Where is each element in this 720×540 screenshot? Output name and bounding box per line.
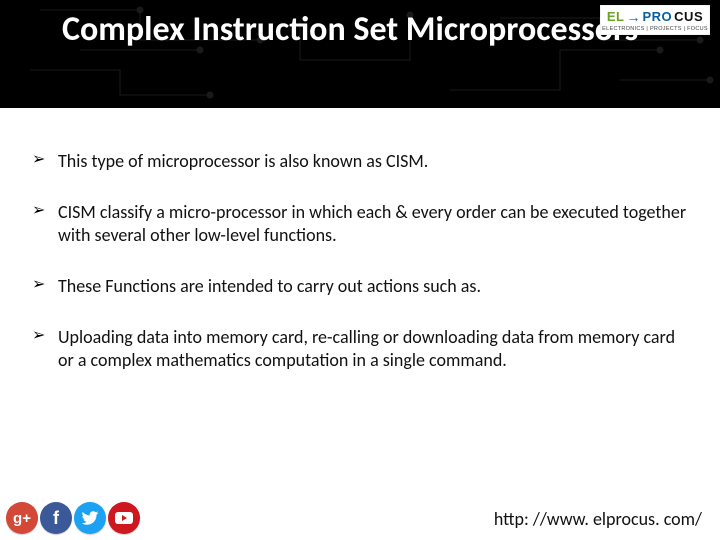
- list-item: These Functions are intended to carry ou…: [28, 275, 692, 298]
- list-item: Uploading data into memory card, re-call…: [28, 326, 692, 372]
- slide: Complex Instruction Set Microprocessors …: [0, 0, 720, 540]
- brand-wordmark: EL → PRO CUS: [607, 9, 703, 25]
- footer-url: http: //www. elprocus. com/: [494, 508, 702, 530]
- social-icons: g+ f: [6, 502, 140, 534]
- logo-part-cus: CUS: [674, 9, 703, 24]
- content-area: This type of microprocessor is also know…: [0, 108, 720, 372]
- list-item: CISM classify a micro-processor in which…: [28, 201, 692, 247]
- fb-label: f: [53, 508, 59, 529]
- youtube-icon[interactable]: [108, 502, 140, 534]
- logo-tagline: ELECTRONICS | PROJECTS | FOCUS: [602, 26, 708, 32]
- logo-part-el: EL: [607, 9, 625, 24]
- google-plus-icon[interactable]: g+: [6, 502, 38, 534]
- gplus-label: g+: [13, 510, 31, 527]
- logo-part-pro: PRO: [643, 9, 673, 24]
- youtube-play-icon: [115, 512, 133, 524]
- bullet-list: This type of microprocessor is also know…: [28, 150, 692, 372]
- brand-logo: EL → PRO CUS ELECTRONICS | PROJECTS | FO…: [600, 5, 710, 35]
- twitter-icon[interactable]: [74, 502, 106, 534]
- arrow-icon: →: [627, 9, 641, 25]
- list-item: This type of microprocessor is also know…: [28, 150, 692, 173]
- facebook-icon[interactable]: f: [40, 502, 72, 534]
- twitter-bird-icon: [81, 509, 99, 527]
- footer: g+ f http: //www. elprocus. com/: [0, 494, 720, 540]
